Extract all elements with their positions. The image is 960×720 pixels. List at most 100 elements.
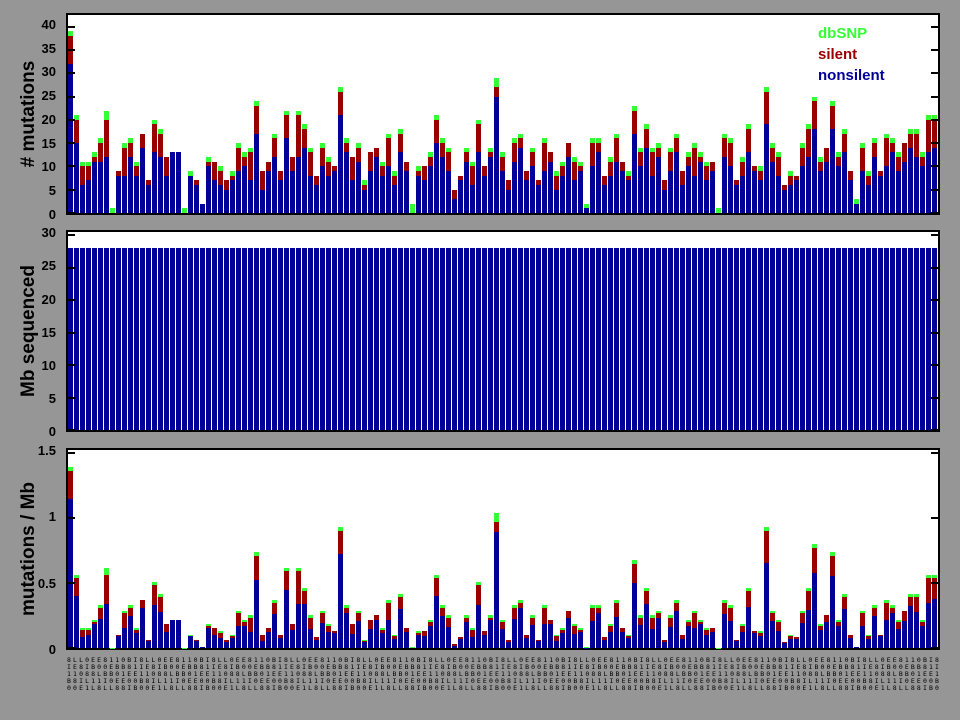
bar-segment: [806, 610, 811, 648]
bar-stack: [254, 536, 259, 648]
y-tick-mark: [68, 189, 75, 191]
bar-segment: [86, 180, 91, 213]
bar-segment: [302, 129, 307, 148]
bar-segment: [380, 176, 385, 213]
bar-segment: [254, 580, 259, 648]
bar-segment: [134, 176, 139, 213]
bar-stack: [776, 152, 781, 213]
bar-stack: [296, 111, 301, 213]
y-tick-mark: [931, 397, 938, 399]
y-tick-mark: [931, 267, 938, 269]
bar-stack: [422, 166, 427, 213]
bar-stack: [854, 199, 859, 213]
bar-segment: [740, 248, 745, 430]
bar-segment: [614, 617, 619, 648]
bar-segment: [794, 248, 799, 430]
bar-segment: [902, 162, 907, 213]
bar-segment: [338, 248, 343, 430]
bar-segment: [554, 190, 559, 213]
bar-stack: [464, 248, 469, 430]
bar-segment: [464, 162, 469, 213]
bar-segment: [458, 639, 463, 648]
bar-stack: [248, 583, 253, 648]
bar-segment: [722, 603, 727, 614]
bar-segment: [272, 157, 277, 213]
bar-stack: [272, 134, 277, 213]
bar-segment: [932, 148, 937, 213]
bar-segment: [584, 248, 589, 430]
bar-stack: [530, 148, 535, 213]
bar-segment: [566, 143, 571, 157]
bar-segment: [104, 604, 109, 648]
y-tick-mark: [68, 212, 75, 214]
bar-stack: [494, 248, 499, 430]
bar-segment: [650, 176, 655, 213]
bar-segment: [902, 611, 907, 621]
bar-segment: [326, 162, 331, 176]
bar-segment: [86, 635, 91, 648]
bar-segment: [224, 642, 229, 648]
bar-segment: [782, 643, 787, 648]
bar-stack: [836, 248, 841, 430]
bar-stack: [908, 248, 913, 430]
bar-segment: [932, 248, 937, 430]
bar-segment: [284, 571, 289, 589]
bar-segment: [236, 613, 241, 625]
bar-segment: [596, 613, 601, 648]
bar-segment: [614, 162, 619, 213]
bar-segment: [572, 626, 577, 634]
bar-stack: [230, 171, 235, 213]
bar-stack: [284, 111, 289, 213]
bar-segment: [686, 157, 691, 166]
bar-stack: [308, 583, 313, 648]
bar-segment: [572, 634, 577, 648]
bar-segment: [758, 636, 763, 648]
bar-segment: [146, 641, 151, 648]
bar-stack: [128, 138, 133, 213]
bar-segment: [776, 176, 781, 213]
bar-stack: [524, 248, 529, 430]
bar-segment: [284, 138, 289, 213]
bar-stack: [722, 569, 727, 648]
bar-segment: [470, 248, 475, 430]
bar-segment: [596, 248, 601, 430]
bar-segment: [494, 248, 499, 430]
bar-segment: [158, 248, 163, 430]
bar-segment: [488, 157, 493, 213]
bar-stack: [650, 583, 655, 648]
bar-segment: [824, 148, 829, 162]
bar-segment: [692, 248, 697, 430]
bar-segment: [770, 613, 775, 620]
bar-segment: [152, 585, 157, 605]
y-tick-mark: [68, 429, 75, 431]
bar-segment: [98, 143, 103, 162]
bar-segment: [176, 620, 181, 648]
bar-stack: [452, 625, 457, 648]
bar-stack: [404, 597, 409, 648]
bar-segment: [788, 248, 793, 430]
bar-segment: [128, 143, 133, 157]
bar-segment: [500, 629, 505, 648]
bar-stack: [878, 171, 883, 213]
bar-segment: [524, 638, 529, 648]
bar-segment: [146, 248, 151, 430]
bar-stack: [440, 574, 445, 648]
bar-segment: [98, 248, 103, 430]
bar-segment: [752, 171, 757, 213]
bar-segment: [296, 248, 301, 430]
bar-stack: [890, 138, 895, 213]
bar-stack: [158, 129, 163, 213]
bar-segment: [302, 604, 307, 648]
bar-stack: [512, 248, 517, 430]
bar-segment: [104, 157, 109, 213]
y-tick-mark: [931, 429, 938, 431]
bar-segment: [836, 626, 841, 648]
bar-stack: [302, 248, 307, 430]
bar-segment: [386, 620, 391, 648]
y-tick-mark: [931, 189, 938, 191]
bar-segment: [710, 162, 715, 171]
bar-segment: [392, 248, 397, 430]
bar-segment: [842, 597, 847, 609]
bar-segment: [482, 176, 487, 213]
bar-stack: [824, 148, 829, 213]
